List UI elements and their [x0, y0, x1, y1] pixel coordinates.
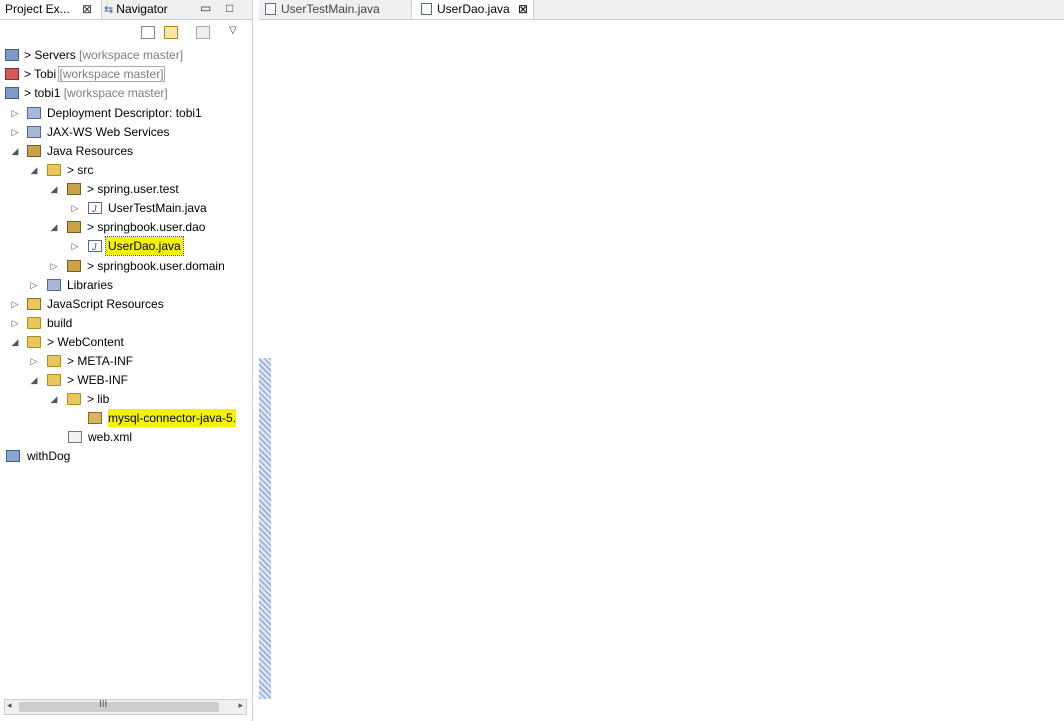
tree-item-src[interactable]: ◢ > src	[0, 161, 250, 179]
code-editor[interactable]	[259, 19, 1064, 721]
tab-userdao[interactable]: UserDao.java ⊠	[411, 0, 534, 19]
tree-item-web-inf[interactable]: ◢ > WEB-INF	[0, 371, 250, 389]
package-icon	[67, 260, 81, 272]
tree-item-mysql-connector[interactable]: mysql-connector-java-5.	[0, 409, 252, 427]
tab-usertestmain-label: UserTestMain.java	[281, 2, 380, 16]
collapse-icon[interactable]: ◢	[29, 161, 39, 179]
tab-navigator[interactable]: ⇆ Navigator	[104, 0, 168, 19]
error-project-icon	[5, 68, 19, 80]
project-icon	[6, 450, 20, 462]
javascript-resources-icon	[27, 298, 41, 310]
tab-userdao-label: UserDao.java	[437, 2, 510, 16]
tree-item-tobi1[interactable]: > tobi1 [workspace master]	[0, 84, 250, 102]
expand-icon[interactable]: ▷	[10, 314, 20, 332]
tree-item-javascript-resources[interactable]: ▷ JavaScript Resources	[0, 295, 250, 313]
collapse-all-icon[interactable]	[141, 26, 155, 39]
tree-item-usertestmain[interactable]: ▷ UserTestMain.java	[0, 199, 250, 218]
navigator-icon: ⇆	[104, 4, 117, 16]
tree-item-spring-user-test[interactable]: ◢ > spring.user.test	[0, 180, 250, 198]
tree-item-springbook-user-domain[interactable]: ▷ > springbook.user.domain	[0, 257, 250, 275]
close-icon[interactable]: ⊠	[518, 0, 528, 18]
tree-item-deployment-descriptor[interactable]: ▷ Deployment Descriptor: tobi1	[0, 104, 250, 122]
change-ruler-mark	[259, 377, 271, 699]
expand-icon[interactable]: ▷	[10, 123, 20, 141]
project-explorer-panel: Project Ex... ⊠ ⇆ Navigator ▭ □ ▽ > Serv…	[0, 0, 253, 721]
tree-item-build[interactable]: ▷ build	[0, 314, 250, 332]
tree-item-tobi[interactable]: > Tobi [workspace master]	[0, 65, 250, 83]
libraries-icon	[47, 279, 61, 291]
tree-item-java-resources[interactable]: ◢ Java Resources	[0, 142, 250, 160]
folder-icon	[27, 336, 41, 348]
view-menu-icon[interactable]	[196, 26, 210, 39]
tree-item-meta-inf[interactable]: ▷ > META-INF	[0, 352, 250, 370]
collapse-icon[interactable]: ◢	[49, 390, 59, 408]
expand-icon[interactable]: ▷	[29, 352, 39, 370]
tree-item-springbook-user-dao[interactable]: ◢ > springbook.user.dao	[0, 218, 250, 236]
tree-item-withdog[interactable]: withDog	[0, 447, 250, 465]
tab-project-explorer-label: Project Ex...	[5, 2, 70, 16]
maximize-icon[interactable]: □	[226, 1, 233, 15]
scroll-left-icon[interactable]: ◂	[7, 700, 12, 711]
java-file-icon	[265, 3, 276, 15]
collapse-icon[interactable]: ◢	[10, 142, 20, 160]
editor-panel: UserTestMain.java UserDao.java ⊠	[259, 0, 1064, 721]
tree-item-userdao[interactable]: ▷ UserDao.java	[0, 236, 250, 256]
collapse-icon[interactable]: ◢	[29, 371, 39, 389]
java-resources-icon	[27, 145, 41, 157]
explorer-toolbar: ▽	[0, 22, 252, 44]
collapse-icon[interactable]: ◢	[49, 180, 59, 198]
link-with-editor-icon[interactable]	[164, 26, 178, 39]
editor-tab-bar: UserTestMain.java UserDao.java ⊠	[259, 0, 1064, 20]
collapse-icon[interactable]: ◢	[10, 333, 20, 351]
expand-icon[interactable]: ▷	[70, 237, 80, 255]
folder-icon	[47, 355, 61, 367]
tab-usertestmain[interactable]: UserTestMain.java	[259, 0, 409, 19]
tab-project-explorer[interactable]: Project Ex... ⊠	[0, 0, 102, 19]
change-ruler-mark	[259, 358, 271, 377]
folder-icon	[27, 317, 41, 329]
tree-item-jaxws[interactable]: ▷ JAX-WS Web Services	[0, 123, 250, 141]
horizontal-scrollbar[interactable]: ◂ III ▸	[4, 699, 247, 715]
jar-icon	[88, 412, 102, 424]
collapse-icon[interactable]: ◢	[49, 218, 59, 236]
left-tab-bar: Project Ex... ⊠ ⇆ Navigator ▭ □	[0, 0, 252, 20]
expand-icon[interactable]: ▷	[49, 257, 59, 275]
deployment-descriptor-icon	[27, 107, 41, 119]
java-file-icon	[88, 200, 102, 218]
chevron-down-icon[interactable]: ▽	[229, 25, 237, 36]
scrollbar-thumb[interactable]: III	[19, 699, 219, 712]
folder-icon	[67, 393, 81, 405]
tree-item-webcontent[interactable]: ◢ > WebContent	[0, 333, 250, 351]
minimize-icon[interactable]: ▭	[200, 1, 211, 15]
web-services-icon	[27, 126, 41, 138]
java-file-icon	[88, 238, 102, 256]
source-folder-icon	[47, 164, 61, 176]
scrollbar-grip: III	[99, 699, 108, 710]
scroll-right-icon[interactable]: ▸	[238, 700, 243, 711]
expand-icon[interactable]: ▷	[10, 104, 20, 122]
java-file-icon	[421, 3, 432, 15]
tree-item-servers[interactable]: > Servers [workspace master]	[0, 46, 250, 64]
xml-file-icon	[68, 431, 82, 443]
tree-item-web-xml[interactable]: web.xml	[0, 428, 250, 446]
project-icon	[5, 87, 19, 99]
tree-item-lib[interactable]: ◢ > lib	[0, 390, 250, 408]
package-icon	[67, 183, 81, 195]
expand-icon[interactable]: ▷	[10, 295, 20, 313]
expand-icon[interactable]: ▷	[29, 276, 39, 294]
folder-icon	[47, 374, 61, 386]
tree-item-libraries[interactable]: ▷ Libraries	[0, 276, 250, 294]
close-icon[interactable]: ⊠	[82, 0, 92, 18]
package-icon	[67, 221, 81, 233]
tab-navigator-label: Navigator	[116, 2, 168, 16]
expand-icon[interactable]: ▷	[70, 199, 80, 217]
project-icon	[5, 49, 19, 61]
